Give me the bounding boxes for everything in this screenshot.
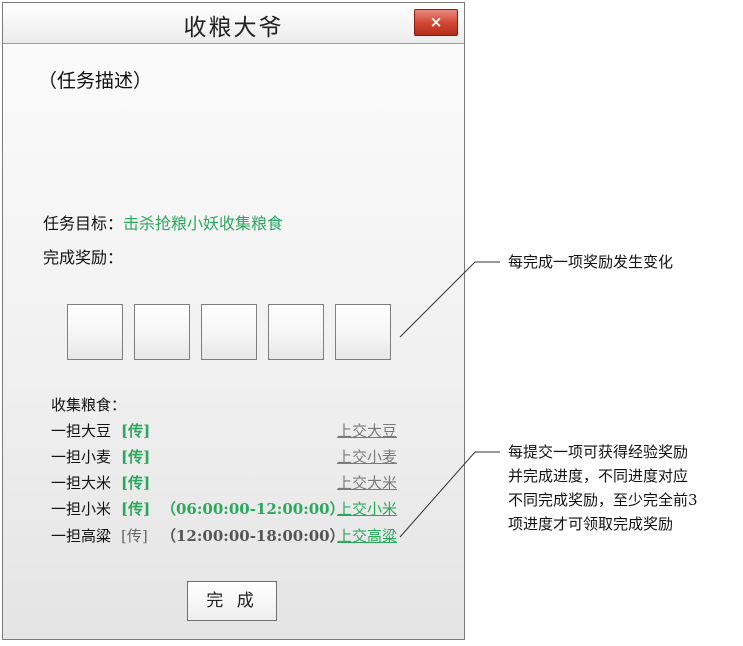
note-line: 不同完成奖励，至少完全前3 bbox=[508, 491, 698, 509]
note-line: 并完成进度，不同进度对应 bbox=[508, 467, 689, 485]
submit-note-leader bbox=[399, 451, 500, 538]
annotation-leader-lines bbox=[399, 261, 500, 538]
reward-note-leader bbox=[399, 261, 500, 338]
note-line: 每提交一项可获得经验奖励 bbox=[508, 443, 689, 461]
note-line: 项进度才可领取完成奖励 bbox=[508, 515, 674, 533]
submit-progress-note: 每提交一项可获得经验奖励 并完成进度，不同进度对应 不同完成奖励，至少完全前3 … bbox=[508, 440, 698, 536]
reward-change-note: 每完成一项奖励发生变化 bbox=[508, 253, 674, 271]
